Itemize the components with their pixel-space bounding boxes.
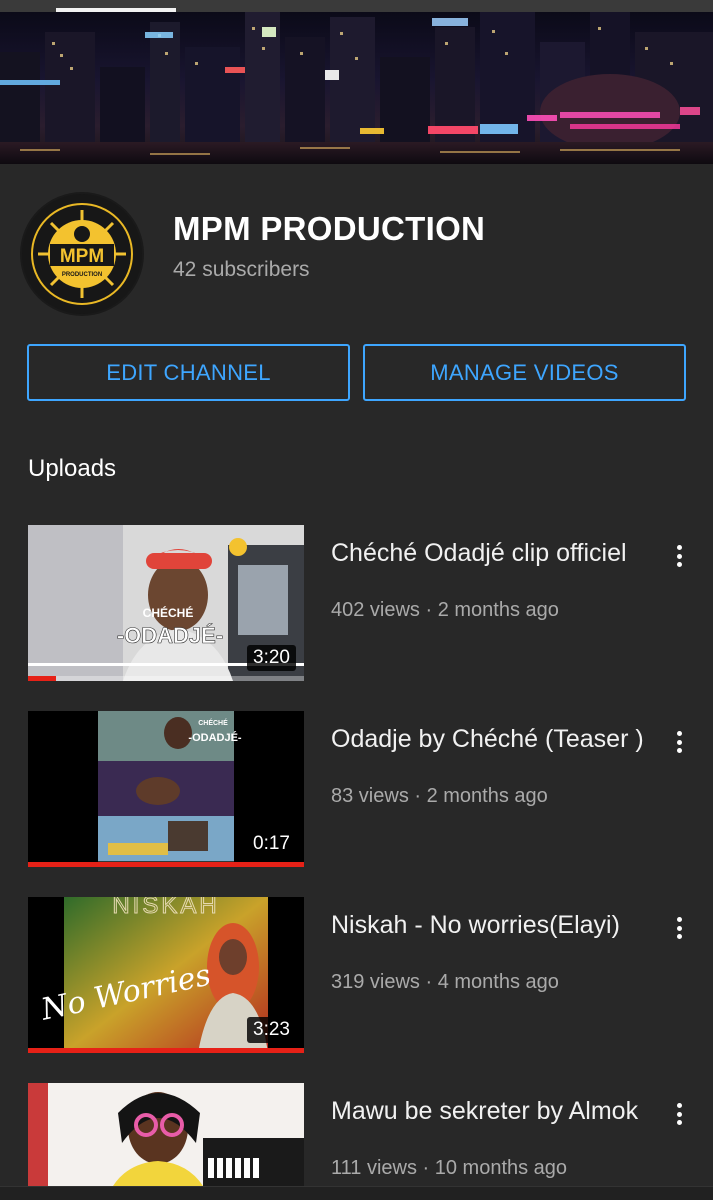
- video-meta: 402 views · 2 months ago: [331, 599, 559, 621]
- video-thumbnail[interactable]: CHÉCHÉ -ODADJÉ- 0:17: [28, 711, 304, 867]
- video-list-item[interactable]: CHÉCHÉ -ODADJÉ- 0:17 Odadje by Chéché (T…: [0, 711, 713, 871]
- svg-text:NISKAH: NISKAH: [112, 897, 219, 919]
- watch-progress: [28, 1048, 304, 1053]
- channel-banner: [0, 12, 713, 164]
- svg-text:PRODUCTION: PRODUCTION: [62, 272, 102, 278]
- watch-progress: [28, 862, 304, 867]
- watch-progress: [28, 676, 56, 681]
- video-thumbnail[interactable]: [28, 1083, 304, 1186]
- channel-avatar[interactable]: MPM PRODUCTION: [20, 192, 144, 316]
- video-list-item[interactable]: Mawu be sekreter by Almok 111 views · 10…: [0, 1083, 713, 1200]
- video-meta: 319 views · 4 months ago: [331, 971, 559, 993]
- more-options-icon[interactable]: [668, 915, 690, 941]
- video-duration: 3:20: [247, 645, 296, 671]
- video-list-item[interactable]: CHÉCHÉ -ODADJÉ- 3:20 Chéché Odadjé clip …: [0, 525, 713, 685]
- svg-text:MPM: MPM: [60, 246, 104, 267]
- svg-text:-ODADJÉ-: -ODADJÉ-: [117, 623, 223, 648]
- bottom-navigation-bar: [0, 1186, 713, 1200]
- svg-text:CHÉCHÉ: CHÉCHÉ: [143, 605, 194, 620]
- video-meta: 111 views · 10 months ago: [331, 1157, 568, 1179]
- mpm-logo-icon: MPM PRODUCTION: [22, 194, 142, 314]
- more-options-icon[interactable]: [668, 543, 690, 569]
- svg-text:-ODADJÉ-: -ODADJÉ-: [188, 731, 242, 744]
- video-title[interactable]: Mawu be sekreter by Almok: [331, 1095, 651, 1127]
- svg-text:CHÉCHÉ: CHÉCHÉ: [198, 718, 228, 727]
- video-title[interactable]: Odadje by Chéché (Teaser ): [331, 723, 651, 755]
- uploads-heading: Uploads: [28, 455, 117, 482]
- watch-progress-track: [28, 676, 304, 681]
- more-options-icon[interactable]: [668, 1101, 690, 1127]
- video-duration: 3:23: [247, 1017, 296, 1043]
- manage-videos-button[interactable]: MANAGE VIDEOS: [363, 344, 686, 401]
- edit-channel-button[interactable]: EDIT CHANNEL: [27, 344, 350, 401]
- video-duration: 0:17: [247, 831, 296, 857]
- video-meta: 83 views · 2 months ago: [331, 785, 548, 807]
- channel-title: MPM PRODUCTION: [173, 210, 486, 247]
- video-thumbnail[interactable]: NISKAH No Worries 3:23: [28, 897, 304, 1053]
- video-title[interactable]: Niskah - No worries(Elayi): [331, 909, 651, 941]
- video-title[interactable]: Chéché Odadjé clip officiel: [331, 537, 651, 569]
- video-thumbnail[interactable]: CHÉCHÉ -ODADJÉ- 3:20: [28, 525, 304, 681]
- more-options-icon[interactable]: [668, 729, 690, 755]
- video-list-item[interactable]: NISKAH No Worries 3:23 Niskah - No worri…: [0, 897, 713, 1057]
- subscriber-count: 42 subscribers: [173, 258, 310, 281]
